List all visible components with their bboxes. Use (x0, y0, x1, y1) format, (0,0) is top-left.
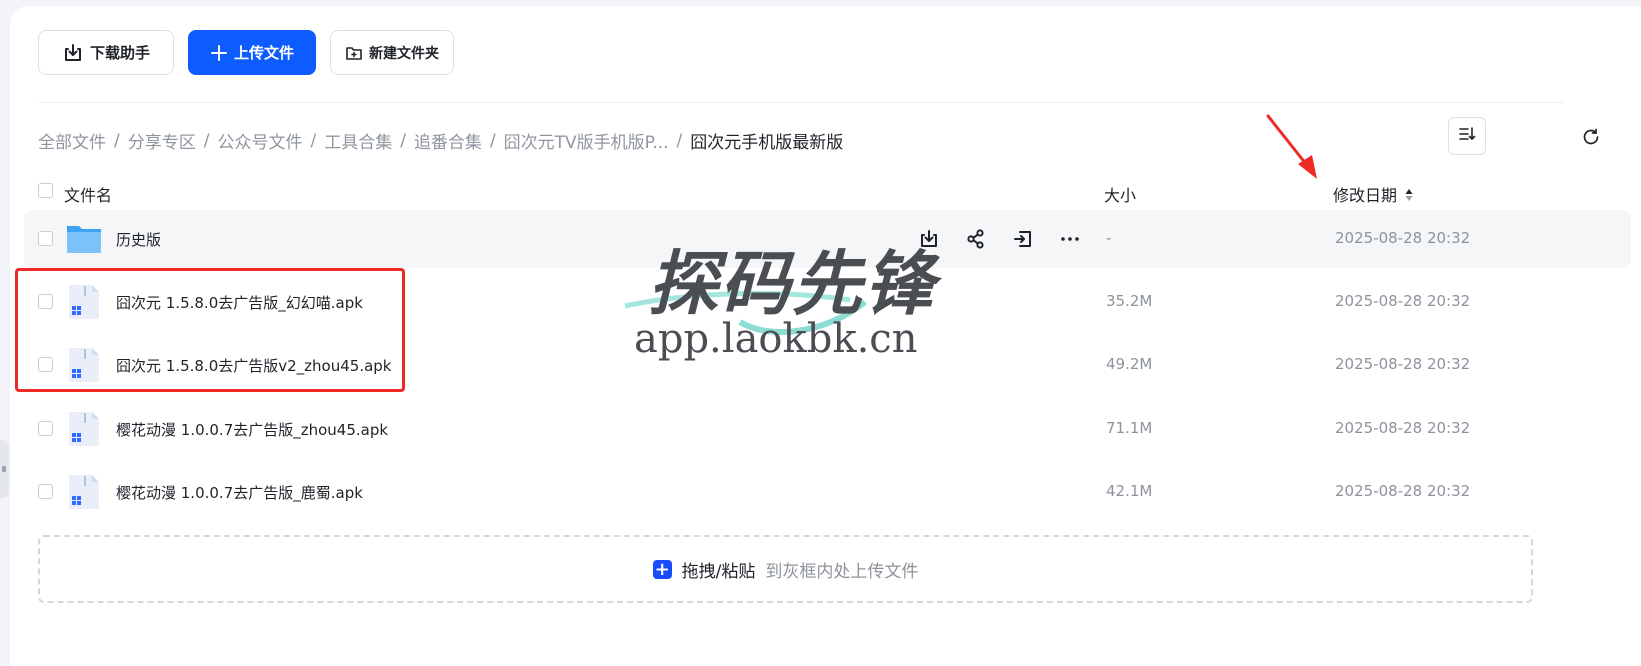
table-header: 文件名 大小 修改日期 (38, 180, 1598, 205)
file-date: 2025-08-28 20:32 (1335, 229, 1471, 247)
toolbar-divider (38, 102, 1563, 103)
handle-grip-icon (2, 466, 6, 472)
upload-button[interactable]: 上传文件 (188, 30, 317, 75)
dropzone-primary-text: 拖拽/粘贴 (681, 561, 756, 582)
breadcrumb-item[interactable]: 工具合集 (324, 128, 392, 153)
breadcrumb-separator: / (310, 130, 317, 151)
breadcrumb-separator: / (203, 130, 210, 151)
download-helper-button[interactable]: 下载助手 (38, 30, 175, 75)
file-date: 2025-08-28 20:32 (1335, 482, 1471, 500)
plus-icon (210, 44, 228, 62)
annotation-arrow-icon (1266, 114, 1317, 179)
new-folder-icon (345, 44, 363, 62)
move-icon[interactable] (1010, 226, 1036, 252)
download-helper-icon (62, 42, 84, 64)
apk-file-icon (66, 411, 102, 447)
row-checkbox[interactable] (38, 421, 53, 436)
file-size: 71.1M (1106, 419, 1153, 437)
upload-dropzone[interactable]: + 拖拽/粘贴 到灰框内处上传文件 (38, 535, 1533, 603)
folder-icon (66, 221, 102, 257)
apk-file-icon (66, 474, 102, 510)
breadcrumb-separator: / (400, 130, 406, 151)
download-icon[interactable] (916, 226, 942, 252)
header-modified-label: 修改日期 (1333, 186, 1398, 205)
dropzone-secondary-text: 到灰框内处上传文件 (765, 561, 919, 582)
file-name[interactable]: 历史版 (116, 229, 161, 250)
breadcrumb-item[interactable]: 全部文件 (38, 128, 106, 153)
table-row[interactable]: 樱花动漫 1.0.0.7去广告版_zhou45.apk 71.1M 2025-0… (24, 400, 1631, 458)
more-icon[interactable] (1057, 226, 1083, 252)
row-checkbox[interactable] (38, 231, 53, 246)
sort-caret-icon (1405, 187, 1413, 206)
file-name[interactable]: 樱花动漫 1.0.0.7去广告版_鹿蜀.apk (116, 482, 363, 503)
breadcrumb-item[interactable]: 公众号文件 (217, 128, 302, 153)
breadcrumb-item[interactable]: 囧次元TV版手机版P... (504, 128, 669, 153)
breadcrumb-separator: / (676, 130, 683, 151)
new-folder-label: 新建文件夹 (369, 45, 440, 62)
select-all-checkbox[interactable] (38, 183, 53, 198)
row-actions (916, 226, 1083, 252)
upload-label: 上传文件 (234, 44, 295, 62)
share-icon[interactable] (963, 226, 989, 252)
new-folder-button[interactable]: 新建文件夹 (330, 30, 455, 75)
breadcrumb-current: 囧次元手机版最新版 (690, 133, 844, 153)
row-checkbox[interactable] (38, 484, 53, 499)
breadcrumb-separator: / (489, 130, 496, 151)
table-row[interactable]: 历史版 - 2025-08-28 20:32 (24, 210, 1631, 268)
toolbar: 下载助手 上传文件 新建文件夹 (38, 30, 455, 77)
sort-icon (1458, 125, 1476, 147)
header-modified[interactable]: 修改日期 (1333, 182, 1413, 206)
sort-button[interactable] (1448, 117, 1486, 155)
file-size: 35.2M (1106, 292, 1153, 310)
breadcrumb: 全部文件 / 分享专区 / 公众号文件 / 工具合集 / 追番合集 / 囧次元T… (38, 128, 844, 154)
table-row[interactable]: 樱花动漫 1.0.0.7去广告版_鹿蜀.apk 42.1M 2025-08-28… (24, 463, 1631, 521)
refresh-icon[interactable] (1580, 126, 1602, 148)
breadcrumb-separator: / (114, 130, 120, 151)
file-date: 2025-08-28 20:32 (1335, 419, 1471, 437)
annotation-box (15, 268, 405, 392)
file-date: 2025-08-28 20:32 (1335, 355, 1471, 373)
plus-square-icon: + (652, 558, 672, 580)
file-date: 2025-08-28 20:32 (1335, 292, 1471, 310)
header-size[interactable]: 大小 (1104, 182, 1136, 206)
header-name[interactable]: 文件名 (64, 182, 112, 206)
file-size: 49.2M (1106, 355, 1153, 373)
sidebar-collapse-handle[interactable] (0, 440, 9, 498)
download-helper-label: 下载助手 (90, 44, 151, 62)
breadcrumb-item[interactable]: 分享专区 (128, 128, 196, 153)
file-size: - (1106, 229, 1112, 247)
file-name[interactable]: 樱花动漫 1.0.0.7去广告版_zhou45.apk (116, 419, 388, 440)
file-size: 42.1M (1106, 482, 1153, 500)
breadcrumb-item[interactable]: 追番合集 (414, 128, 482, 153)
